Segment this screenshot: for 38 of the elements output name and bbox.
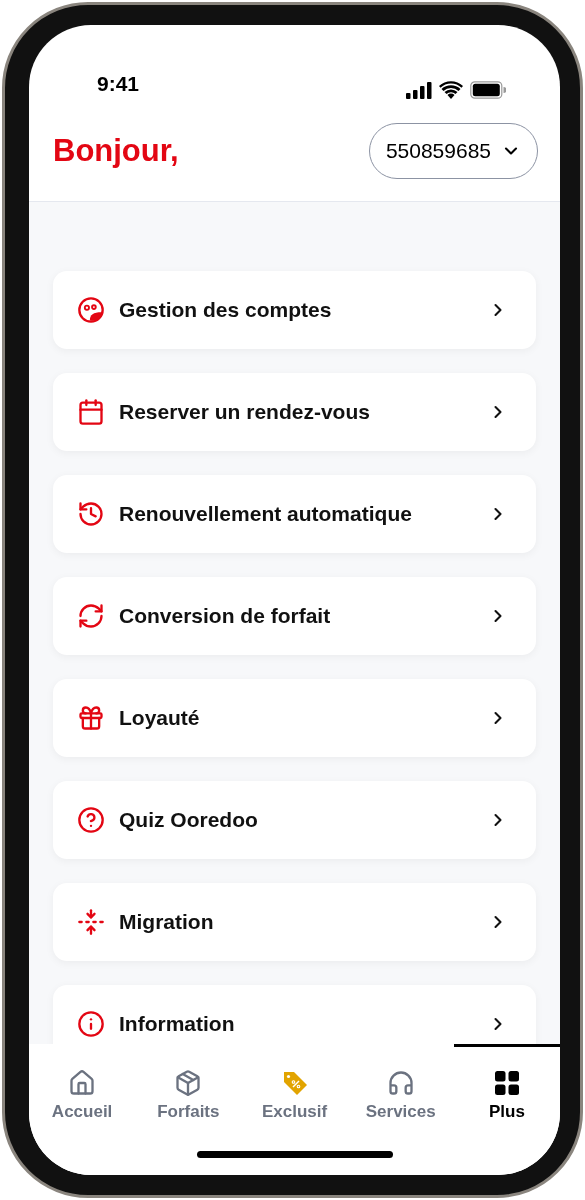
package-icon xyxy=(174,1069,203,1097)
menu-label: Conversion de forfait xyxy=(119,603,332,630)
menu-item[interactable]: Migration xyxy=(53,883,536,961)
help-icon xyxy=(77,806,105,834)
menu-item[interactable]: Loyauté xyxy=(53,679,536,757)
battery-icon xyxy=(470,81,506,99)
home-icon xyxy=(68,1069,97,1097)
menu-item[interactable]: Conversion de forfait xyxy=(53,577,536,655)
face-icon xyxy=(77,296,105,324)
menu-label: Information xyxy=(119,1011,236,1038)
menu-label: Renouvellement automatique xyxy=(119,501,413,528)
menu-item[interactable]: Renouvellement automatique xyxy=(53,475,536,553)
history-icon xyxy=(77,500,105,528)
nav-tab[interactable]: Exclusif xyxy=(241,1044,348,1175)
calendar-icon xyxy=(77,398,105,426)
nav-tab[interactable]: Forfaits xyxy=(135,1044,242,1175)
info-icon xyxy=(77,1010,105,1038)
menu-label: Reserver un rendez-vous xyxy=(119,399,371,426)
greeting-title: Bonjour, xyxy=(53,131,179,170)
menu-label: Loyauté xyxy=(119,705,201,732)
wifi-icon xyxy=(439,81,463,99)
status-time: 9:41 xyxy=(97,70,140,97)
menu-item[interactable]: Gestion des comptes xyxy=(53,271,536,349)
nav-tab[interactable]: Plus xyxy=(453,1044,560,1175)
menu-label: Quiz Ooredoo xyxy=(119,807,259,834)
fold-arrows-icon xyxy=(77,908,105,936)
headphones-icon xyxy=(386,1069,415,1097)
menu-item[interactable]: Reserver un rendez-vous xyxy=(53,373,536,451)
grid-icon xyxy=(492,1069,521,1097)
nav-tab[interactable]: Services xyxy=(347,1044,454,1175)
menu-label: Migration xyxy=(119,909,215,936)
gift-icon xyxy=(77,704,105,732)
refresh-icon xyxy=(77,602,105,630)
menu-label: Gestion des comptes xyxy=(119,297,333,324)
signal-icon xyxy=(406,81,432,99)
menu-item[interactable]: Quiz Ooredoo xyxy=(53,781,536,859)
menu-item[interactable]: Information xyxy=(53,985,536,1044)
nav-tab[interactable]: Accueil xyxy=(29,1044,136,1175)
